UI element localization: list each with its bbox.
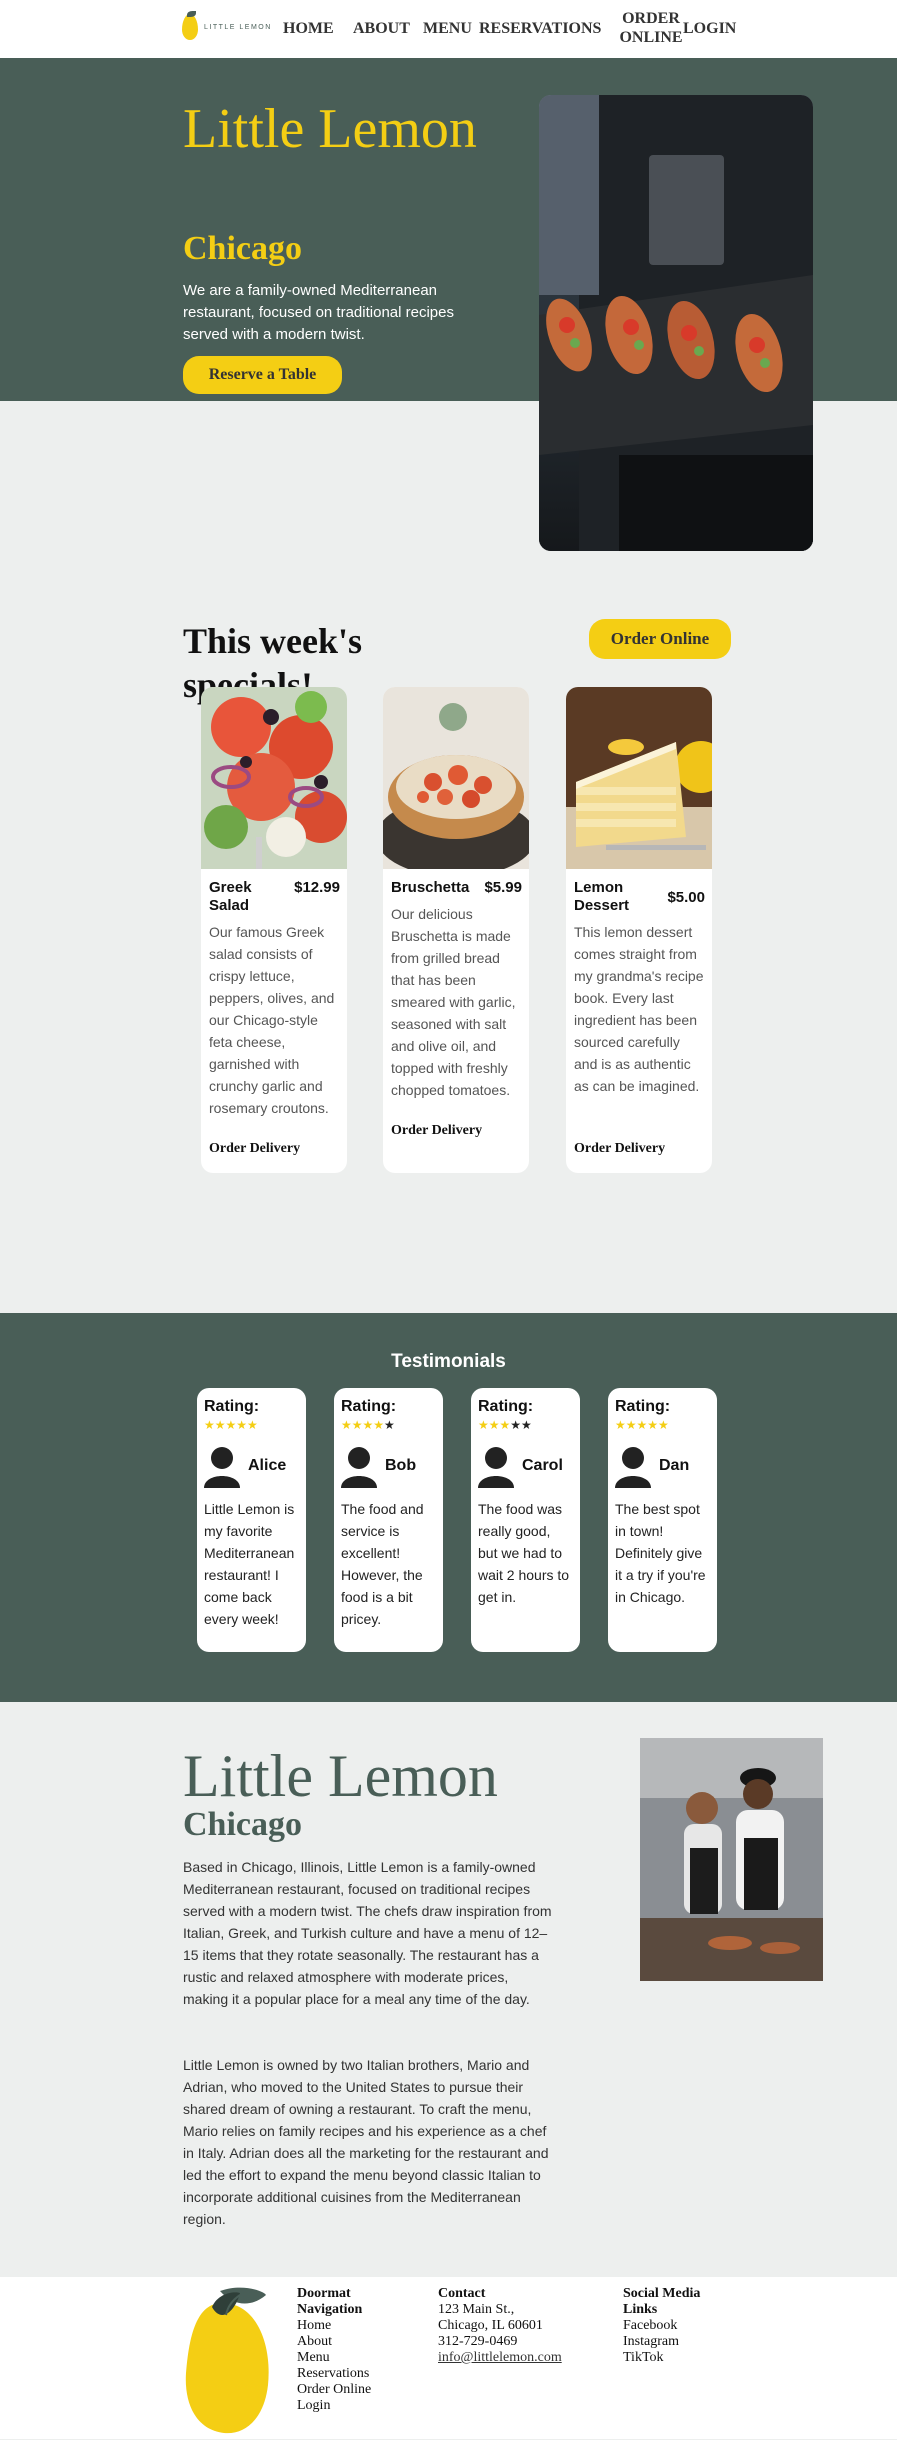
special-name: Lemon Dessert xyxy=(574,879,630,914)
nav-login[interactable]: LOGIN xyxy=(683,8,747,48)
footer-link-order-online[interactable]: Order Online xyxy=(297,2382,387,2398)
special-name: Bruschetta xyxy=(391,879,470,896)
lemon-dessert-image xyxy=(566,687,712,869)
footer-doormat-nav: Doormat Navigation Home About Menu Reser… xyxy=(297,2286,387,2414)
order-delivery-link[interactable]: Order Delivery xyxy=(209,1141,300,1157)
rating-stars-icon: ★★★★★ xyxy=(341,1418,395,1432)
rating-stars-icon: ★★★★★ xyxy=(204,1418,258,1432)
avatar-icon xyxy=(204,1444,240,1488)
lemon-logo-icon xyxy=(182,2285,272,2440)
special-price: $12.99 xyxy=(294,879,340,896)
rating-label: Rating: xyxy=(204,1398,260,1415)
hero-subtitle: Chicago xyxy=(183,230,302,267)
footer-link-about[interactable]: About xyxy=(297,2334,387,2350)
social-link-facebook[interactable]: Facebook xyxy=(623,2318,723,2334)
testimonial-card-bob: Rating: ★★★★★ Bob The food and service i… xyxy=(334,1388,443,1652)
reserve-table-button[interactable]: Reserve a Table xyxy=(183,356,342,394)
nav-links: HOME ABOUT MENU RESERVATIONS ORDER ONLIN… xyxy=(283,8,747,48)
contact-email-link[interactable]: info@littlelemon.com xyxy=(438,2350,588,2366)
special-description: Our famous Greek salad consists of crisp… xyxy=(209,924,335,1116)
chefs-image xyxy=(640,1738,823,1981)
nav-reservations[interactable]: RESERVATIONS xyxy=(479,8,619,48)
order-online-button[interactable]: Order Online xyxy=(589,619,731,659)
special-card-bruschetta: Bruschetta $5.99 Our delicious Bruschett… xyxy=(383,687,529,1173)
top-nav: LITTLE LEMON HOME ABOUT MENU RESERVATION… xyxy=(0,0,897,58)
lemon-logo-icon xyxy=(182,11,198,40)
footer-nav-title: Doormat Navigation xyxy=(297,2286,363,2317)
logo[interactable]: LITTLE LEMON xyxy=(182,11,272,40)
nav-menu[interactable]: MENU xyxy=(423,8,479,48)
reviewer-name: Alice xyxy=(248,1457,287,1474)
footer-link-reservations[interactable]: Reservations xyxy=(297,2366,387,2382)
rating-stars-icon: ★★★★★ xyxy=(615,1418,669,1432)
footer: Doormat Navigation Home About Menu Reser… xyxy=(0,2277,897,2439)
rating-label: Rating: xyxy=(615,1398,671,1415)
social-link-instagram[interactable]: Instagram xyxy=(623,2334,723,2350)
about-section: Little Lemon Chicago Based in Chicago, I… xyxy=(0,1702,897,2277)
footer-link-menu[interactable]: Menu xyxy=(297,2350,387,2366)
testimonials-section: Testimonials Rating: ★★★★★ Alice Little … xyxy=(0,1313,897,1702)
avatar-icon xyxy=(341,1444,377,1488)
testimonial-text: The food and service is excellent! Howev… xyxy=(341,1501,424,1627)
testimonial-card-alice: Rating: ★★★★★ Alice Little Lemon is my f… xyxy=(197,1388,306,1652)
reviewer-name: Bob xyxy=(385,1457,417,1474)
footer-social-title: Social Media Links xyxy=(623,2286,701,2317)
testimonial-text: Little Lemon is my favorite Mediterranea… xyxy=(204,1501,295,1627)
special-name: Greek Salad xyxy=(209,879,252,914)
testimonials-title: Testimonials xyxy=(391,1351,506,1372)
contact-address-line1: 123 Main St., xyxy=(438,2302,515,2317)
hero-title: Little Lemon xyxy=(183,98,477,160)
avatar-icon xyxy=(478,1444,514,1488)
footer-link-login[interactable]: Login xyxy=(297,2398,387,2414)
rating-label: Rating: xyxy=(341,1398,397,1415)
avatar-icon xyxy=(615,1444,651,1488)
testimonial-card-dan: Rating: ★★★★★ Dan The best spot in town!… xyxy=(608,1388,717,1652)
testimonial-text: The food was really good, but we had to … xyxy=(478,1501,570,1605)
specials-section: This week's specials! Order Online Greek… xyxy=(0,613,897,1313)
contact-address-line2: Chicago, IL 60601 xyxy=(438,2318,543,2333)
reviewer-name: Carol xyxy=(522,1457,563,1474)
logo-text: LITTLE LEMON xyxy=(204,23,272,31)
nav-order-online[interactable]: ORDER ONLINE xyxy=(619,8,683,48)
hero-description: We are a family-owned Mediterranean rest… xyxy=(183,282,454,343)
about-subtitle: Chicago xyxy=(183,1806,302,1843)
footer-link-home[interactable]: Home xyxy=(297,2318,387,2334)
rating-label: Rating: xyxy=(478,1398,534,1415)
hero-section: Little Lemon Chicago We are a family-own… xyxy=(0,58,897,613)
nav-home[interactable]: HOME xyxy=(283,8,353,48)
special-description: This lemon dessert comes straight from m… xyxy=(574,924,704,1094)
order-delivery-link[interactable]: Order Delivery xyxy=(574,1141,665,1157)
bruschetta-image xyxy=(383,687,529,869)
about-title: Little Lemon xyxy=(183,1743,498,1809)
hero-image xyxy=(539,95,813,551)
footer-contact: Contact 123 Main St., Chicago, IL 60601 … xyxy=(438,2286,588,2366)
order-delivery-link[interactable]: Order Delivery xyxy=(391,1123,482,1139)
footer-contact-title: Contact xyxy=(438,2286,486,2301)
testimonial-card-carol: Rating: ★★★★★ Carol The food was really … xyxy=(471,1388,580,1652)
social-link-tiktok[interactable]: TikTok xyxy=(623,2350,723,2366)
special-price: $5.99 xyxy=(484,879,522,896)
special-card-lemon-dessert: Lemon Dessert $5.00 This lemon dessert c… xyxy=(566,687,712,1173)
special-description: Our delicious Bruschetta is made from gr… xyxy=(391,906,516,1098)
testimonial-text: The best spot in town! Definitely give i… xyxy=(615,1501,706,1605)
footer-social: Social Media Links Facebook Instagram Ti… xyxy=(623,2286,723,2366)
rating-stars-icon: ★★★★★ xyxy=(478,1418,532,1432)
reviewer-name: Dan xyxy=(659,1457,690,1474)
nav-about[interactable]: ABOUT xyxy=(353,8,423,48)
contact-phone: 312-729-0469 xyxy=(438,2334,518,2349)
greek-salad-image xyxy=(201,687,347,869)
special-card-greek-salad: Greek Salad $12.99 Our famous Greek sala… xyxy=(201,687,347,1173)
about-paragraph-1: Based in Chicago, Illinois, Little Lemon… xyxy=(183,1859,552,2007)
special-price: $5.00 xyxy=(667,889,705,906)
about-paragraph-2: Little Lemon is owned by two Italian bro… xyxy=(183,2057,549,2227)
